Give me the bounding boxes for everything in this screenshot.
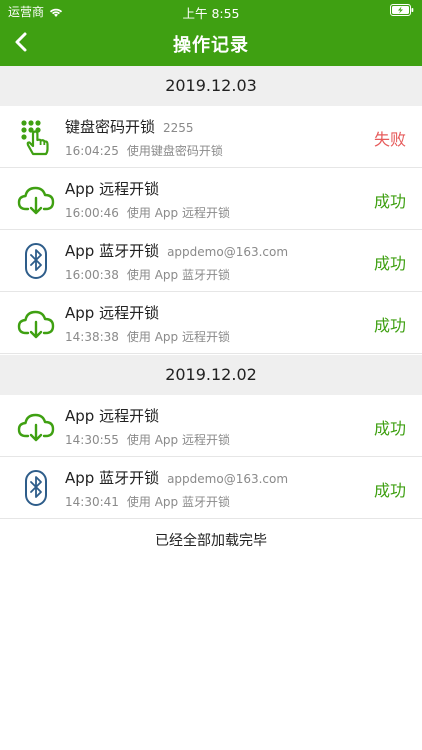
record-row[interactable]: App 远程开锁 14:38:38 使用 App 远程开锁 成功 <box>0 292 422 354</box>
record-result: 失败 <box>373 130 406 149</box>
record-sub-line: 16:04:25 使用键盘密码开锁 <box>65 142 223 159</box>
record-row[interactable]: 键盘密码开锁 2255 16:04:25 使用键盘密码开锁 失败 <box>0 106 422 168</box>
keypad-icon <box>16 118 56 156</box>
record-title-line: App 远程开锁 <box>65 302 159 323</box>
record-row[interactable]: App 蓝牙开锁 appdemo@163.com 16:00:38 使用 App 蓝… <box>0 230 422 292</box>
record-time: 14:30:55 <box>65 433 119 447</box>
record-title-line: 键盘密码开锁 2255 <box>65 116 194 137</box>
record-sub-line: 16:00:38 使用 App 蓝牙开锁 <box>65 266 230 283</box>
record-time: 16:04:25 <box>65 144 119 158</box>
app-header: 运营商 上午 8:55 操作记录 <box>0 0 422 66</box>
cloud-download-icon <box>16 407 56 445</box>
bluetooth-icon <box>16 242 56 280</box>
record-result: 成功 <box>373 192 406 211</box>
record-title: 键盘密码开锁 <box>65 118 156 136</box>
record-title-line: App 蓝牙开锁 appdemo@163.com <box>65 467 288 488</box>
record-title: App 远程开锁 <box>65 407 160 425</box>
record-desc: 使用 App 蓝牙开锁 <box>126 495 230 509</box>
status-bar: 运营商 上午 8:55 <box>0 0 422 22</box>
record-title-line: App 远程开锁 <box>65 178 159 199</box>
bluetooth-icon <box>16 469 56 507</box>
cloud-download-icon <box>16 180 56 218</box>
record-desc: 使用键盘密码开锁 <box>126 144 223 158</box>
record-row[interactable]: App 蓝牙开锁 appdemo@163.com 14:30:41 使用 App 蓝… <box>0 457 422 519</box>
record-title: App 远程开锁 <box>65 304 160 322</box>
record-result: 成功 <box>373 481 406 500</box>
record-extra: appdemo@163.com <box>167 245 289 259</box>
page-title: 操作记录 <box>173 35 249 56</box>
nav-bar: 操作记录 <box>0 22 422 66</box>
record-desc: 使用 App 远程开锁 <box>126 330 230 344</box>
record-time: 14:38:38 <box>65 330 119 344</box>
record-desc: 使用 App 远程开锁 <box>126 433 230 447</box>
date-header: 2019.12.02 <box>0 355 422 395</box>
record-sub-line: 14:30:41 使用 App 蓝牙开锁 <box>65 493 230 510</box>
record-row[interactable]: App 远程开锁 14:30:55 使用 App 远程开锁 成功 <box>0 395 422 457</box>
record-time: 16:00:46 <box>65 206 119 220</box>
record-title-line: App 远程开锁 <box>65 405 159 426</box>
record-result: 成功 <box>373 419 406 438</box>
battery-charging-icon <box>390 4 414 16</box>
record-desc: 使用 App 蓝牙开锁 <box>126 268 230 282</box>
date-header: 2019.12.03 <box>0 66 422 106</box>
record-sub-line: 14:30:55 使用 App 远程开锁 <box>65 431 230 448</box>
record-extra: 2255 <box>163 121 194 135</box>
record-result: 成功 <box>373 254 406 273</box>
record-time: 14:30:41 <box>65 495 119 509</box>
status-clock: 上午 8:55 <box>182 6 240 21</box>
record-title: App 蓝牙开锁 <box>65 242 160 260</box>
record-title: App 蓝牙开锁 <box>65 469 160 487</box>
record-result: 成功 <box>373 316 406 335</box>
record-time: 16:00:38 <box>65 268 119 282</box>
load-complete-text: 已经全部加载完毕 <box>155 533 267 549</box>
record-title: App 远程开锁 <box>65 180 160 198</box>
cloud-download-icon <box>16 304 56 342</box>
record-sub-line: 14:38:38 使用 App 远程开锁 <box>65 328 230 345</box>
record-sub-line: 16:00:46 使用 App 远程开锁 <box>65 204 230 221</box>
record-desc: 使用 App 远程开锁 <box>126 206 230 220</box>
record-title-line: App 蓝牙开锁 appdemo@163.com <box>65 240 288 261</box>
record-extra: appdemo@163.com <box>167 472 289 486</box>
record-row[interactable]: App 远程开锁 16:00:46 使用 App 远程开锁 成功 <box>0 168 422 230</box>
